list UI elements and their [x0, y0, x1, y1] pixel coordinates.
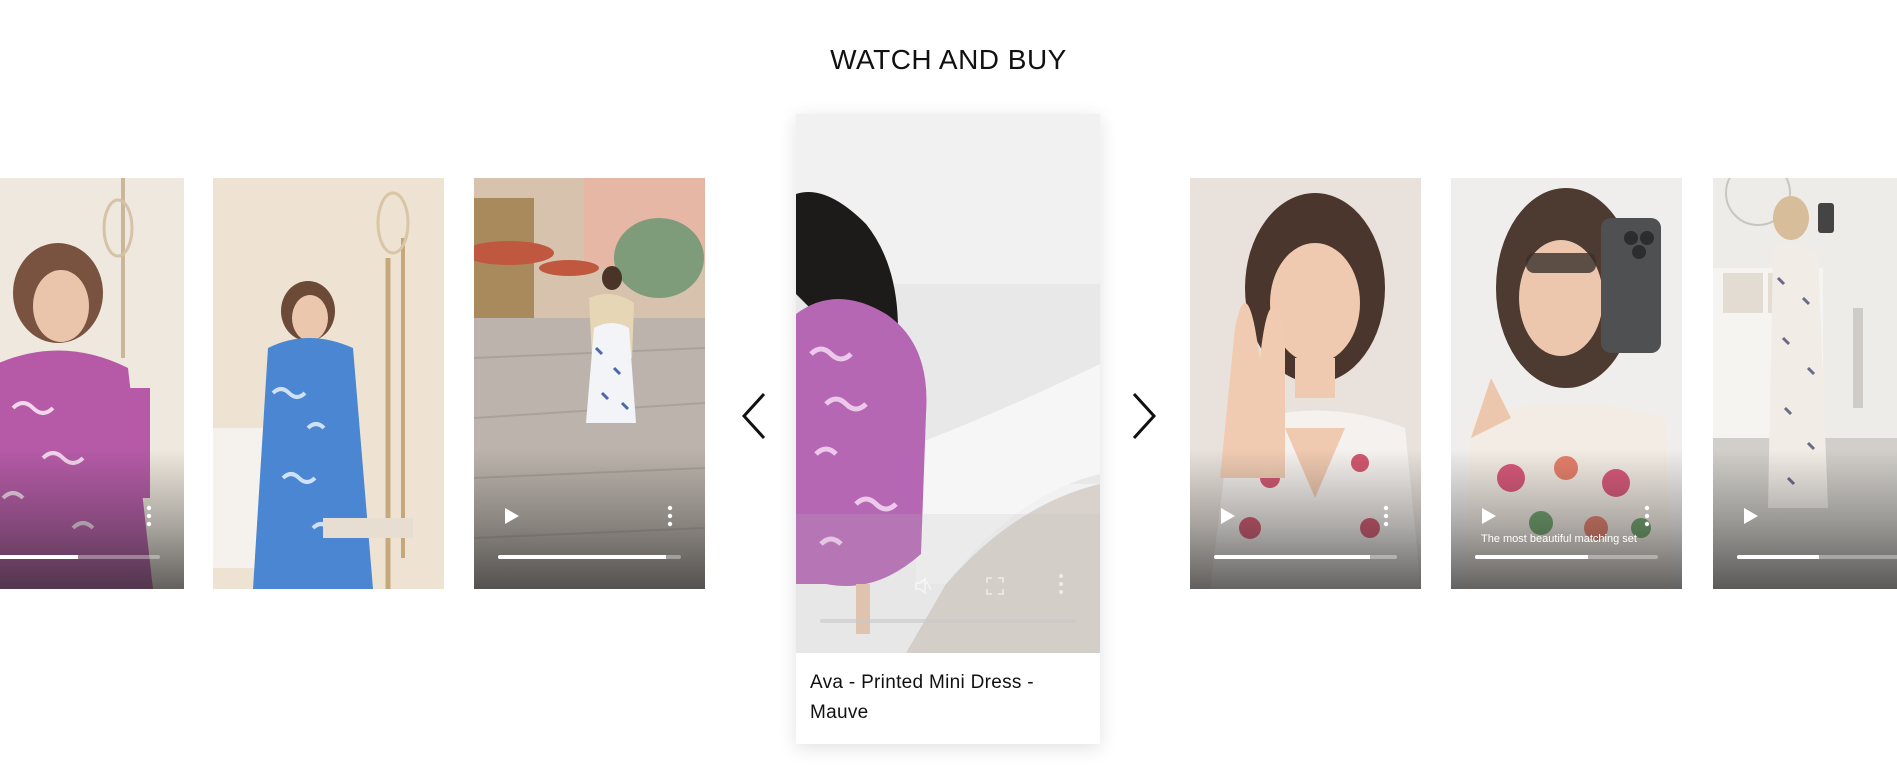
- video-card[interactable]: [213, 178, 444, 589]
- more-vertical-icon[interactable]: [1644, 505, 1650, 527]
- play-icon[interactable]: [1220, 507, 1236, 525]
- fullscreen-icon[interactable]: [986, 577, 1004, 595]
- carousel-prev-button[interactable]: [736, 388, 776, 444]
- video-thumbnail: [213, 178, 444, 589]
- play-icon[interactable]: [1481, 507, 1497, 525]
- featured-video-frame: [796, 114, 1100, 653]
- video-card[interactable]: [1190, 178, 1421, 589]
- more-vertical-icon[interactable]: [1383, 505, 1389, 527]
- more-vertical-icon[interactable]: [146, 505, 152, 527]
- featured-video-player[interactable]: [796, 114, 1100, 653]
- video-card[interactable]: [474, 178, 705, 589]
- video-progress-bar[interactable]: [1475, 555, 1658, 559]
- video-card[interactable]: [0, 178, 184, 589]
- chevron-left-icon: [741, 392, 766, 440]
- video-progress-fill: [498, 555, 667, 559]
- play-icon[interactable]: [1743, 507, 1759, 525]
- chevron-right-icon: [1132, 392, 1157, 440]
- video-progress-bar[interactable]: [0, 555, 160, 559]
- video-progress-fill: [1214, 555, 1370, 559]
- featured-video-card[interactable]: Ava - Printed Mini Dress - Mauve: [796, 114, 1100, 744]
- video-progress-fill: [0, 555, 78, 559]
- video-progress-fill: [1737, 555, 1820, 559]
- mute-icon[interactable]: [914, 577, 932, 595]
- video-card[interactable]: [1713, 178, 1897, 589]
- more-vertical-icon[interactable]: [1058, 573, 1064, 595]
- more-vertical-icon[interactable]: [667, 505, 673, 527]
- carousel-next-button[interactable]: [1122, 388, 1162, 444]
- video-progress-bar[interactable]: [498, 555, 681, 559]
- video-progress-fill: [1475, 555, 1589, 559]
- video-card[interactable]: The most beautiful matching set: [1451, 178, 1682, 589]
- watch-and-buy-section: WATCH AND BUY Ava - Printed Mini Dress -…: [0, 0, 1897, 768]
- video-overlay: [1713, 449, 1897, 589]
- video-progress-bar[interactable]: [1737, 555, 1897, 559]
- video-progress-bar[interactable]: [820, 619, 1076, 623]
- product-name[interactable]: Ava - Printed Mini Dress - Mauve: [810, 668, 1060, 728]
- section-title: WATCH AND BUY: [830, 44, 1067, 75]
- video-caption: The most beautiful matching set: [1481, 533, 1637, 545]
- video-overlay: [0, 449, 184, 589]
- video-progress-bar[interactable]: [1214, 555, 1397, 559]
- play-icon[interactable]: [504, 507, 520, 525]
